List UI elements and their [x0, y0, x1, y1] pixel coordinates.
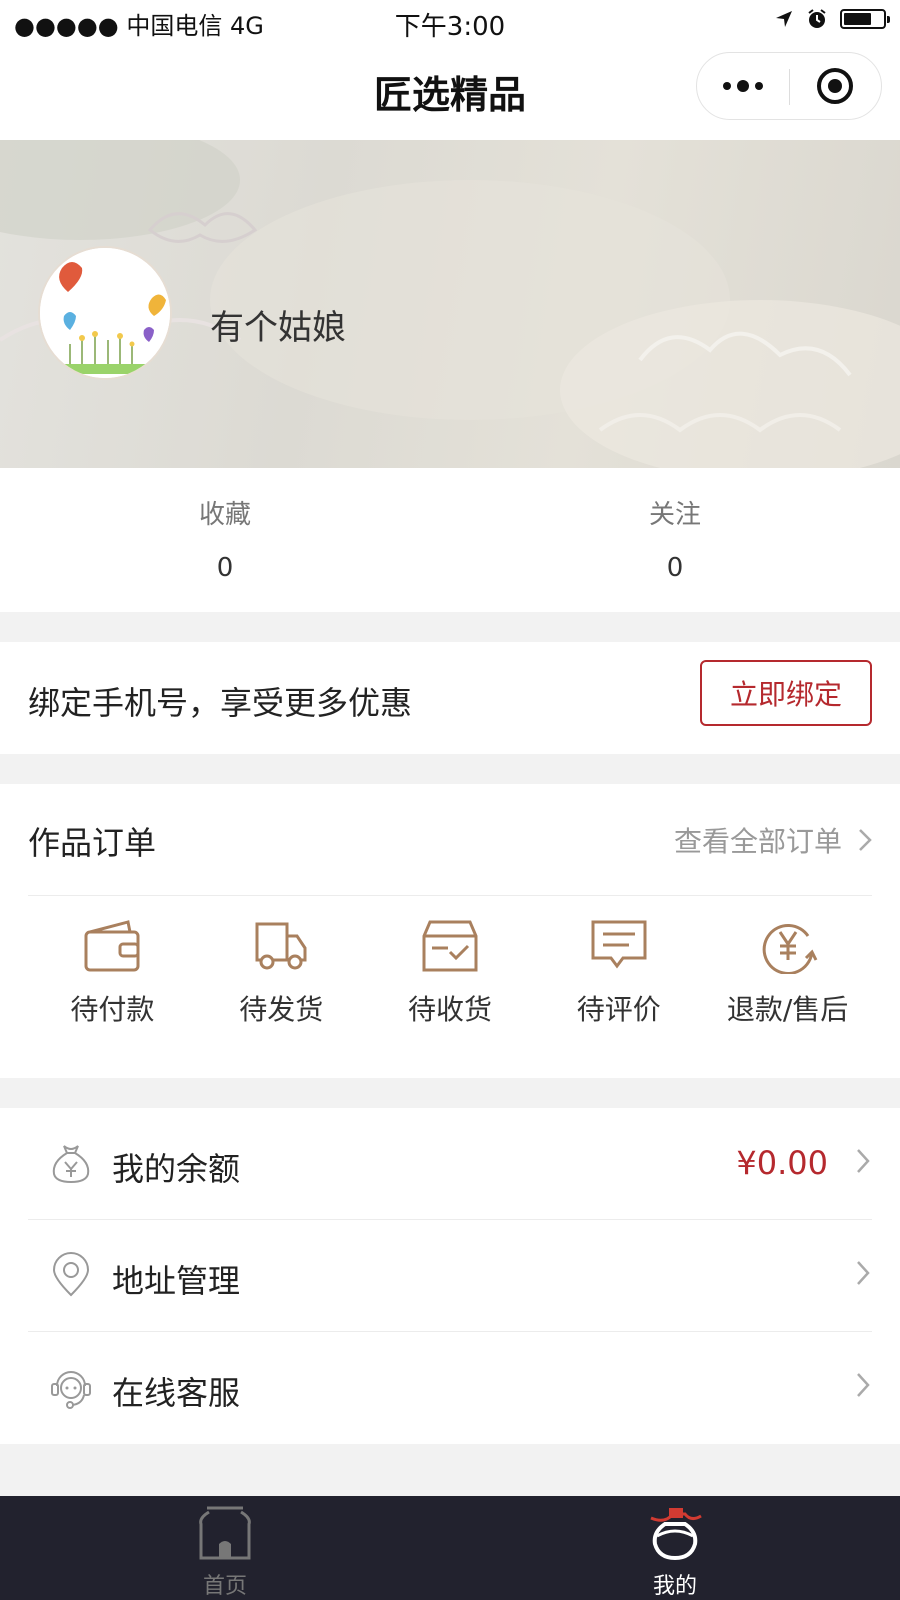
stat-value: 0: [666, 553, 684, 583]
menu-item-address[interactable]: 地址管理: [0, 1220, 900, 1332]
chevron-right-icon: [857, 1373, 870, 1397]
bind-phone-text: 绑定手机号，享受更多优惠: [28, 684, 413, 722]
menu-label: 在线客服: [112, 1374, 241, 1412]
status-bar: ●●●●● 中国电信 4G 下午3:00: [0, 0, 900, 44]
battery-level: [844, 13, 871, 25]
menu-label: 我的余额: [112, 1150, 241, 1188]
menu-list: 我的余额 ¥0.00 地址管理 在线客服: [0, 1108, 900, 1444]
divider: [28, 895, 872, 896]
profile-pot-icon: [650, 1508, 702, 1561]
chevron-right-icon: [859, 829, 872, 851]
battery-icon: [840, 9, 890, 29]
tab-label: 我的: [652, 1574, 697, 1599]
close-button[interactable]: [789, 53, 881, 119]
username: 有个姑娘: [210, 308, 346, 348]
tab-mine[interactable]: 我的: [450, 1496, 900, 1600]
view-all-orders-link[interactable]: 查看全部订单: [674, 820, 872, 860]
bind-phone-banner: 绑定手机号，享受更多优惠 立即绑定: [0, 642, 900, 754]
tab-home[interactable]: 首页: [0, 1496, 450, 1600]
chevron-right-icon: [857, 1261, 870, 1285]
order-status-label: 退款/售后: [726, 993, 849, 1026]
order-pending-receipt[interactable]: 待收货: [366, 918, 535, 1028]
money-bag-icon: [52, 1145, 90, 1184]
tab-bar: 首页 我的: [0, 1496, 900, 1600]
order-pending-review[interactable]: 待评价: [534, 918, 703, 1028]
profile-banner: 有个姑娘: [0, 140, 900, 468]
stat-following[interactable]: 关注 0: [525, 494, 825, 583]
more-button[interactable]: [697, 53, 789, 119]
order-pending-payment[interactable]: 待付款: [28, 918, 197, 1028]
menu-item-balance[interactable]: 我的余额 ¥0.00: [0, 1108, 900, 1220]
stat-favorites[interactable]: 收藏 0: [75, 494, 375, 583]
order-status-label: 待付款: [70, 993, 155, 1026]
miniapp-capsule: [696, 52, 882, 120]
customer-service-icon: [51, 1371, 91, 1409]
location-pin-icon: [52, 1252, 90, 1297]
order-status-label: 待发货: [239, 993, 324, 1026]
order-pending-shipment[interactable]: 待发货: [197, 918, 366, 1028]
stat-label: 关注: [648, 500, 701, 530]
order-status-row: 待付款 待发货 待收货 待评价 退款/售后: [28, 918, 872, 1028]
stats-panel: 收藏 0 关注 0: [0, 468, 900, 612]
orders-section: 作品订单 查看全部订单 待付款 待发货 待收货 待评价 退款/售后: [0, 784, 900, 1078]
stat-label: 收藏: [198, 500, 251, 530]
order-status-label: 待评价: [576, 993, 661, 1026]
navigation-bar: 匠选精品: [0, 44, 900, 140]
balance-amount: ¥0.00: [736, 1144, 828, 1182]
box-check-icon: [422, 920, 478, 972]
comment-icon: [591, 920, 647, 969]
avatar[interactable]: [38, 246, 172, 380]
target-close-icon: [817, 68, 853, 104]
order-refund-aftersale[interactable]: 退款/售后: [703, 918, 872, 1028]
order-status-label: 待收货: [407, 993, 492, 1026]
home-icon: [199, 1506, 251, 1560]
truck-icon: [255, 922, 307, 970]
status-time: 下午3:00: [394, 12, 506, 42]
location-arrow-icon: [776, 11, 792, 27]
alarm-icon: [808, 9, 826, 28]
more-dots-icon: [723, 82, 731, 90]
wallet-icon: [84, 920, 140, 972]
bind-now-button[interactable]: 立即绑定: [700, 660, 872, 726]
menu-label: 地址管理: [112, 1262, 241, 1300]
view-all-orders-label: 查看全部订单: [673, 825, 842, 858]
orders-title: 作品订单: [28, 824, 157, 862]
refund-icon: [762, 923, 817, 974]
tab-label: 首页: [202, 1574, 247, 1599]
stat-value: 0: [216, 553, 234, 583]
chevron-right-icon: [857, 1149, 870, 1173]
avatar-illustration: [40, 248, 170, 378]
menu-item-customer-service[interactable]: 在线客服: [0, 1332, 900, 1444]
